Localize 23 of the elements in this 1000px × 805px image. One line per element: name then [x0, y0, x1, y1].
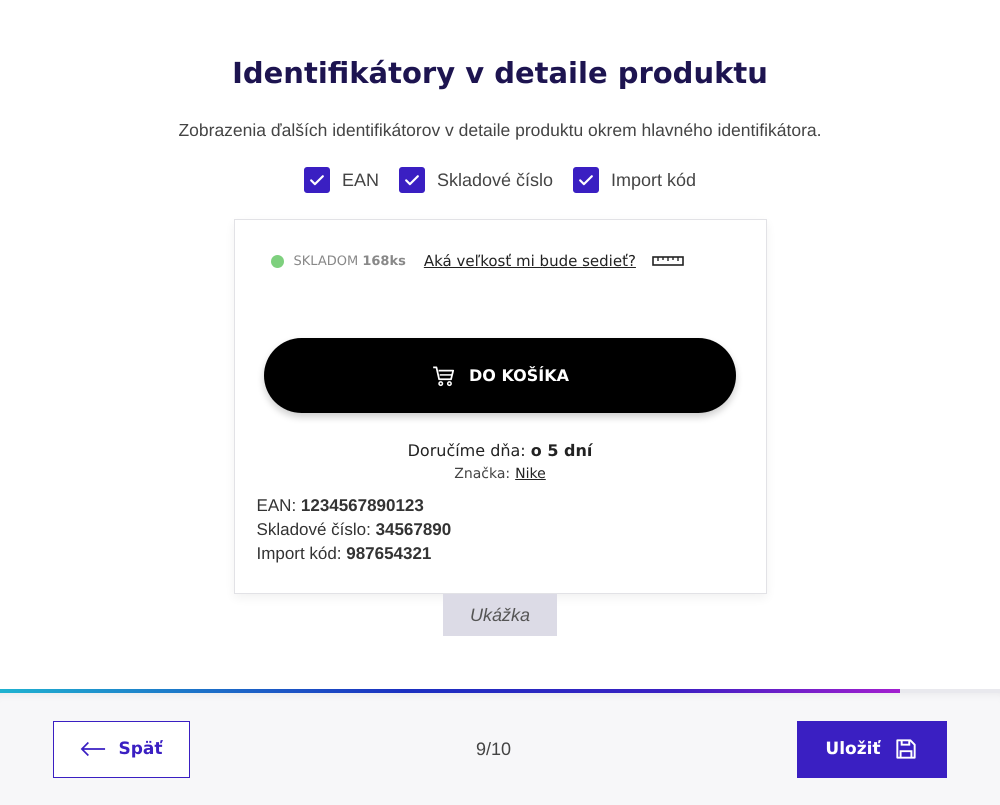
checkbox[interactable]: [573, 167, 600, 193]
delivery-info: Doručíme dňa: o 5 dní: [408, 441, 592, 460]
page-counter: 9/10: [476, 738, 512, 760]
checkbox[interactable]: [304, 167, 330, 193]
checkbox-label: Skladové číslo: [436, 170, 554, 190]
arrow-left-icon: [80, 741, 106, 757]
page-description: Zobrazenia ďalších identifikátorov v detaile produktu okrem hlavného identifikátora.: [178, 120, 822, 141]
back-button[interactable]: Späť: [53, 720, 190, 778]
checkbox-label: Import kód: [611, 170, 696, 190]
identifier-line: Skladové číslo: 34567890: [256, 519, 452, 541]
page-title: Identifikátory v detaile produktu: [232, 56, 768, 90]
brand-label: Značka:: [454, 466, 510, 482]
add-to-cart-button[interactable]: DO KOŠÍKA: [264, 338, 736, 413]
ruler-icon: [652, 256, 684, 266]
stock-status: SKLADOM 168ks: [294, 254, 406, 268]
checkbox-label: EAN: [342, 170, 379, 190]
save-button[interactable]: Uložiť: [796, 720, 947, 778]
size-guide-link[interactable]: Aká veľkosť mi bude sedieť?: [424, 252, 636, 270]
identifier-line: Import kód: 987654321: [256, 543, 432, 565]
brand-link[interactable]: Nike: [515, 466, 546, 482]
preview-caption: Ukážka: [443, 594, 557, 636]
checkbox[interactable]: [398, 167, 425, 193]
identifier-line: EAN: 1234567890123: [256, 495, 425, 517]
